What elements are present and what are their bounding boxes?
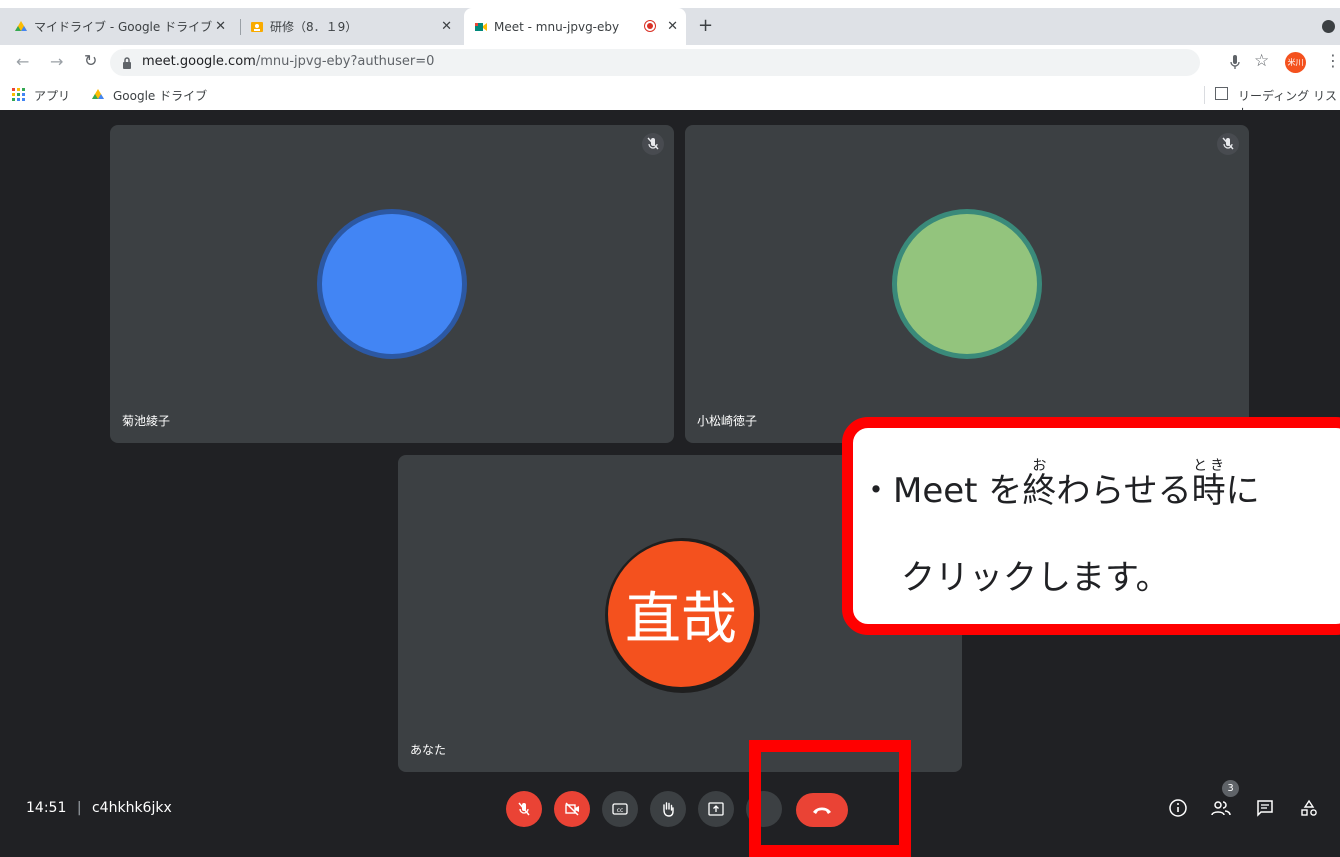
raise-hand-button[interactable] <box>650 791 686 827</box>
meeting-details-button[interactable] <box>1168 798 1188 822</box>
google-meet-icon <box>475 22 487 31</box>
mic-muted-icon <box>642 133 664 155</box>
avatar <box>317 209 467 359</box>
closed-captions-icon: cc <box>612 803 628 815</box>
avatar: 直哉 <box>605 538 760 693</box>
bookmark-apps[interactable]: アプリ <box>34 87 70 104</box>
tab-google-drive[interactable]: マイドライブ - Google ドライブ ✕ <box>14 8 234 45</box>
apps-grid-icon <box>12 88 26 102</box>
people-icon <box>1211 801 1231 816</box>
profile-avatar[interactable]: 米川 <box>1285 52 1306 73</box>
ruby-reading: とき <box>1191 458 1226 474</box>
tab-label: 研修（8．１9） <box>270 20 358 34</box>
participant-count-badge: 3 <box>1222 780 1239 797</box>
menu-kebab-icon[interactable]: ⋮ <box>1325 51 1340 70</box>
classroom-icon <box>251 21 263 32</box>
tab-label: Meet - mnu-jpvg-eby <box>494 19 620 34</box>
ruby-base: 終 <box>1022 471 1057 511</box>
separator: | <box>76 800 82 816</box>
present-screen-button[interactable] <box>698 791 734 827</box>
bookmark-star-icon[interactable]: ☆ <box>1254 51 1269 71</box>
tab-close-icon[interactable]: ✕ <box>215 19 226 34</box>
tab-close-icon[interactable]: ✕ <box>441 19 452 34</box>
reload-icon[interactable]: ↻ <box>84 51 97 70</box>
google-drive-icon <box>15 20 27 31</box>
bookmark-google-drive[interactable]: Google ドライブ <box>113 87 207 104</box>
callout-text-prefix: Meet を <box>893 471 1023 511</box>
url-host: meet.google.com <box>142 54 256 69</box>
instruction-callout: ・Meet を終おわらせる時ときに クリックします。 <box>842 417 1340 635</box>
participant-name: 小松崎徳子 <box>697 414 758 428</box>
avatar-initials: 直哉 <box>608 541 754 687</box>
bookmark-divider <box>1204 86 1205 104</box>
leave-button-highlight <box>749 740 911 857</box>
avatar-photo <box>322 214 462 354</box>
participant-name: あなた <box>410 743 447 757</box>
activities-icon <box>1301 799 1317 816</box>
callout-line-1: ・Meet を終おわらせる時ときに <box>859 458 1260 512</box>
mic-muted-icon <box>1217 133 1239 155</box>
microphone-icon[interactable] <box>1230 54 1240 70</box>
avatar <box>892 209 1042 359</box>
tab-label: マイドライブ - Google ドライブ <box>34 20 213 34</box>
tab-divider <box>240 19 241 35</box>
url-text: meet.google.com/mnu-jpvg-eby?authuser=0 <box>142 54 434 69</box>
ruby-ends: 終お <box>1022 458 1057 511</box>
hand-icon <box>663 802 674 817</box>
browser-toolbar: ← → ↻ meet.google.com/mnu-jpvg-eby?authu… <box>0 45 1340 80</box>
tab-close-icon[interactable]: ✕ <box>667 19 678 34</box>
callout-text-suffix: に <box>1225 471 1260 511</box>
url-path: /mnu-jpvg-eby?authuser=0 <box>255 54 435 69</box>
camera-toggle-button[interactable] <box>554 791 590 827</box>
reading-list-icon <box>1215 87 1228 100</box>
meeting-time: 14:51 <box>26 800 67 816</box>
captions-button[interactable]: cc <box>602 791 638 827</box>
ruby-base: 時 <box>1191 471 1226 511</box>
meeting-info: 14:51 | c4hkhk6jkx <box>26 800 172 816</box>
ruby-reading: お <box>1022 458 1057 474</box>
ruby-time: 時とき <box>1191 458 1226 511</box>
recording-indicator-icon <box>644 20 656 32</box>
meeting-code: c4hkhk6jkx <box>91 800 172 816</box>
participant-tile: 菊池綾子 <box>110 125 674 443</box>
mic-off-icon <box>518 802 530 816</box>
forward-arrow-icon[interactable]: → <box>50 52 63 71</box>
svg-text:cc: cc <box>617 807 624 814</box>
chat-button[interactable] <box>1256 799 1274 821</box>
tab-meet[interactable]: Meet - mnu-jpvg-eby ✕ <box>464 8 686 45</box>
tab-training[interactable]: 研修（8．１9） ✕ <box>250 8 460 45</box>
avatar-photo <box>897 214 1037 354</box>
google-drive-icon <box>92 89 104 99</box>
mic-toggle-button[interactable] <box>506 791 542 827</box>
new-tab-button[interactable]: + <box>698 15 713 36</box>
address-bar[interactable]: meet.google.com/mnu-jpvg-eby?authuser=0 <box>110 49 1200 76</box>
participant-tile: 小松崎徳子 <box>685 125 1249 443</box>
browser-tab-strip: マイドライブ - Google ドライブ ✕ 研修（8．１9） ✕ Meet -… <box>0 8 1340 45</box>
participant-name: 菊池綾子 <box>122 414 171 428</box>
info-icon <box>1169 799 1187 817</box>
callout-text-mid: わらせる <box>1056 471 1192 511</box>
callout-line-2: クリックします。 <box>901 558 1170 598</box>
activities-button[interactable] <box>1300 799 1318 821</box>
back-arrow-icon[interactable]: ← <box>16 52 29 71</box>
camera-off-icon <box>565 802 579 816</box>
present-icon <box>708 802 724 816</box>
bookmarks-bar: アプリ Google ドライブ リーディング リスト <box>0 80 1340 120</box>
lock-icon <box>123 57 131 69</box>
callout-bullet: ・ <box>859 471 893 511</box>
people-button[interactable]: 3 <box>1210 780 1239 822</box>
chat-icon <box>1257 800 1273 817</box>
tab-search-icon[interactable] <box>1322 20 1335 33</box>
